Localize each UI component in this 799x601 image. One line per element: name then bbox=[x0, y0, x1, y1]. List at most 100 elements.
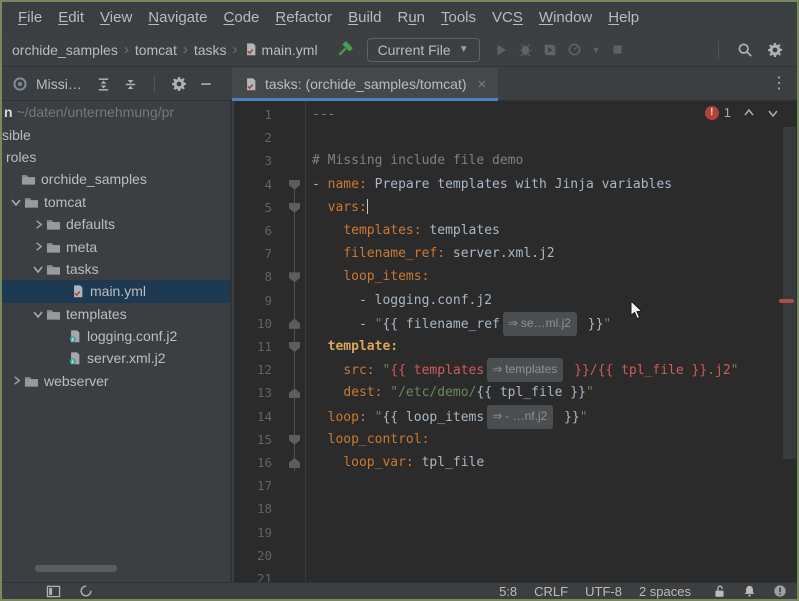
fold-marker-down-icon[interactable] bbox=[289, 202, 300, 213]
menu-refactor[interactable]: Refactor bbox=[267, 6, 340, 29]
notifications-bell-icon[interactable] bbox=[743, 584, 756, 598]
editor-line-4[interactable]: 4 - name: Prepare templates with Jinja va… bbox=[234, 173, 797, 196]
breadcrumb-orchide_samples[interactable]: orchide_samples bbox=[10, 40, 120, 60]
menu-window[interactable]: Window bbox=[531, 6, 600, 29]
tree-chevron-right-icon[interactable] bbox=[8, 375, 24, 386]
collapse-all-icon[interactable] bbox=[123, 77, 138, 92]
tool-window-target-icon[interactable] bbox=[12, 76, 28, 92]
tree-item-server-xml-j2[interactable]: server.xml.j2 bbox=[2, 347, 230, 369]
inline-hint-chip[interactable]: ⇒ se…ml.j2 bbox=[502, 311, 577, 336]
toolwindow-toggle-icon[interactable] bbox=[46, 585, 61, 598]
stop-button[interactable] bbox=[611, 43, 624, 56]
editor-line-8[interactable]: 8 loop_items: bbox=[234, 265, 797, 288]
editor-line-15[interactable]: 15 loop_control: bbox=[234, 428, 797, 451]
settings-gear-icon[interactable] bbox=[767, 42, 783, 58]
tree-item-webserver[interactable]: webserver bbox=[2, 370, 230, 392]
editor-line-19[interactable]: 19 bbox=[234, 521, 797, 544]
tree-chevron-right-icon[interactable] bbox=[30, 219, 46, 230]
menu-edit[interactable]: Edit bbox=[50, 6, 92, 29]
tree-item-sible[interactable]: sible bbox=[2, 123, 230, 145]
hide-pane-icon[interactable] bbox=[199, 77, 213, 91]
tree-chevron-down-icon[interactable] bbox=[30, 308, 46, 320]
tree-item-roles[interactable]: roles bbox=[2, 146, 230, 168]
background-tasks-icon[interactable] bbox=[79, 584, 93, 598]
editor-line-16[interactable]: 16 loop_var: tpl_file bbox=[234, 451, 797, 474]
menu-file[interactable]: File bbox=[10, 6, 50, 29]
editor-line-17[interactable]: 17 bbox=[234, 474, 797, 497]
profiler-button[interactable] bbox=[567, 42, 582, 57]
tree-item-meta[interactable]: meta bbox=[2, 235, 230, 257]
run-config-selector[interactable]: Current File ▼ bbox=[366, 37, 480, 62]
tab-tasks-main-yml[interactable]: tasks: (orchide_samples/tomcat) × bbox=[232, 67, 499, 101]
line-number: 14 bbox=[256, 408, 272, 424]
menu-tools[interactable]: Tools bbox=[433, 6, 484, 29]
tree-item-tomcat[interactable]: tomcat bbox=[2, 191, 230, 213]
editor-line-6[interactable]: 6 templates: templates bbox=[234, 219, 797, 242]
tree-item-label: server.xml.j2 bbox=[87, 350, 166, 367]
editor-line-10[interactable]: 10 - "{{ filename_ref ⇒ se…ml.j2 }}" bbox=[234, 311, 797, 336]
menu-help[interactable]: Help bbox=[600, 6, 647, 29]
inline-hint-chip[interactable]: ⇒ - …nf.j2 bbox=[487, 404, 554, 429]
editor-line-18[interactable]: 18 bbox=[234, 497, 797, 520]
line-number: 6 bbox=[264, 223, 272, 238]
profiler-dropdown-icon[interactable]: ▼ bbox=[592, 45, 601, 55]
menu-code[interactable]: Code bbox=[216, 6, 268, 29]
menu-build[interactable]: Build bbox=[340, 6, 389, 29]
status-error-icon[interactable] bbox=[773, 584, 787, 598]
tree-item-defaults[interactable]: defaults bbox=[2, 213, 230, 235]
build-hammer-icon[interactable] bbox=[336, 41, 353, 58]
pane-settings-gear-icon[interactable] bbox=[171, 76, 187, 92]
editor-line-7[interactable]: 7 filename_ref: server.xml.j2 bbox=[234, 242, 797, 265]
tree-chevron-down-icon[interactable] bbox=[8, 196, 24, 208]
fold-marker-down-icon[interactable] bbox=[289, 272, 300, 283]
breadcrumb-main-yml[interactable]: main.yml bbox=[242, 40, 320, 60]
tree-item-main-yml[interactable]: main.yml bbox=[2, 280, 230, 303]
coverage-button[interactable] bbox=[543, 43, 557, 57]
fold-marker-down-icon[interactable] bbox=[289, 342, 300, 352]
fold-marker-down-icon[interactable] bbox=[289, 179, 300, 190]
inline-hint-chip[interactable]: ⇒ templates bbox=[487, 358, 564, 383]
debug-button[interactable] bbox=[518, 42, 533, 57]
editor-line-2[interactable]: 2 bbox=[234, 126, 797, 149]
tree-chevron-down-icon[interactable] bbox=[30, 263, 46, 275]
fold-marker-up-icon[interactable] bbox=[289, 458, 300, 468]
editor-line-3[interactable]: 3 # Missing include file demo bbox=[234, 149, 797, 172]
tree-item--daten-unternehmung-pr[interactable]: n ~/daten/unternehmung/pr bbox=[2, 101, 230, 123]
tree-item-templates[interactable]: templates bbox=[2, 303, 230, 325]
editor-line-14[interactable]: 14 loop: "{{ loop_items ⇒ - …nf.j2 }}" bbox=[234, 404, 797, 429]
tree-item-logging-conf-j2[interactable]: logging.conf.j2 bbox=[2, 325, 230, 347]
yaml-file-icon bbox=[71, 284, 85, 299]
menu-view[interactable]: View bbox=[92, 6, 140, 29]
code-editor[interactable]: ! 1 1 --- 2 3 # Missing include file demo 4- … bbox=[234, 101, 797, 582]
tree-item-orchide_samples[interactable]: orchide_samples bbox=[2, 168, 230, 190]
menu-run[interactable]: Run bbox=[389, 6, 433, 29]
editor-line-20[interactable]: 20 bbox=[234, 544, 797, 567]
editor-line-21[interactable]: 21 bbox=[234, 567, 797, 582]
status-crlf[interactable]: CRLF bbox=[534, 584, 568, 599]
run-button[interactable] bbox=[494, 43, 508, 57]
tree-chevron-right-icon[interactable] bbox=[30, 241, 46, 252]
editor-line-11[interactable]: 11 template: bbox=[234, 335, 797, 358]
menu-navigate[interactable]: Navigate bbox=[140, 6, 215, 29]
status-utf-8[interactable]: UTF-8 bbox=[585, 584, 622, 599]
breadcrumb-tomcat[interactable]: tomcat bbox=[133, 40, 179, 60]
menu-vcs[interactable]: VCS bbox=[484, 6, 531, 29]
expand-all-icon[interactable] bbox=[96, 77, 111, 92]
fold-marker-down-icon[interactable] bbox=[289, 434, 300, 445]
close-icon[interactable]: × bbox=[478, 76, 487, 93]
editor-line-12[interactable]: 12 src: "{{ templates ⇒ templates }}/{{ tp… bbox=[234, 358, 797, 383]
editor-line-9[interactable]: 9 - logging.conf.j2 bbox=[234, 289, 797, 312]
editor-line-5[interactable]: 5 vars: bbox=[234, 196, 797, 219]
fold-marker-up-icon[interactable] bbox=[289, 388, 300, 399]
editor-line-13[interactable]: 13 dest: "/etc/demo/{{ tpl_file }}" bbox=[234, 381, 797, 404]
fold-marker-up-icon[interactable] bbox=[289, 318, 300, 329]
tree-horizontal-scrollbar[interactable] bbox=[35, 565, 117, 572]
unlock-icon[interactable] bbox=[713, 584, 726, 598]
tab-options-ellipsis-icon[interactable]: ⋮ bbox=[761, 67, 797, 101]
editor-line-1[interactable]: 1 --- bbox=[234, 103, 797, 126]
search-icon[interactable] bbox=[737, 42, 753, 58]
breadcrumb-tasks[interactable]: tasks bbox=[192, 40, 229, 60]
status-2-spaces[interactable]: 2 spaces bbox=[639, 584, 691, 599]
tree-item-tasks[interactable]: tasks bbox=[2, 258, 230, 280]
status-5-8[interactable]: 5:8 bbox=[499, 584, 517, 599]
